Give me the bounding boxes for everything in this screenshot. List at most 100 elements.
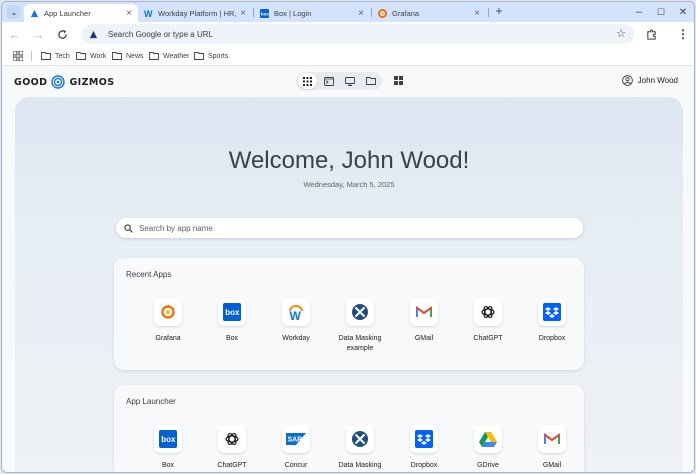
app-gmail[interactable]: GMail <box>392 298 456 354</box>
view-terminal-button[interactable] <box>319 73 338 89</box>
forward-button[interactable]: → <box>30 26 46 42</box>
app-label: Data Masking example <box>338 335 382 352</box>
folder-icon <box>112 52 122 60</box>
app-tile: box <box>218 298 246 326</box>
dropbox-icon <box>415 430 433 448</box>
tab-search-button[interactable]: ⌄ <box>7 5 21 19</box>
browser-menu-button[interactable]: ⋮ <box>675 26 691 42</box>
grafana-favicon <box>378 8 387 18</box>
bookmark-folder-tech[interactable]: Tech <box>41 50 70 62</box>
good-gizmos-favicon <box>30 9 39 18</box>
folder-icon <box>365 77 376 85</box>
gmail-icon <box>544 433 560 444</box>
close-tab-icon[interactable]: × <box>240 8 246 19</box>
new-tab-button[interactable]: + <box>492 4 506 18</box>
app-label: Box <box>225 335 239 342</box>
back-button[interactable]: ← <box>7 26 23 42</box>
app-search-box[interactable] <box>116 218 583 238</box>
data-masking-icon <box>352 304 368 320</box>
address-bar[interactable]: Search Google or type a URL ☆ <box>82 24 634 44</box>
star-bookmark-icon[interactable]: ☆ <box>616 27 626 40</box>
bookmark-folder-work[interactable]: Work <box>76 50 106 62</box>
app-workday[interactable]: W Workday <box>264 298 328 354</box>
terminal-icon <box>323 76 334 86</box>
app-label: Dropbox <box>410 462 438 469</box>
app-box[interactable]: box Box <box>136 425 200 471</box>
close-tab-icon[interactable]: × <box>474 8 480 19</box>
close-window-button[interactable]: ✕ <box>670 4 694 20</box>
app-box[interactable]: box Box <box>200 298 264 354</box>
launcher-panel: Welcome, John Wood! Wednesday, March 5, … <box>15 97 683 472</box>
data-masking-icon <box>352 431 368 447</box>
user-name: John Wood <box>637 76 678 85</box>
app-data-masking-example[interactable]: Data Masking example <box>328 298 392 354</box>
app-label: Dropbox <box>538 335 566 342</box>
browser-toolbar: ← → Search Google or type a URL ☆ ⋮ <box>2 22 694 46</box>
tab-grafana[interactable]: Grafana × <box>372 4 486 22</box>
browser-window: ⌄ App Launcher × W Workday Platform | HR… <box>1 1 695 473</box>
apps-grid-icon[interactable] <box>13 51 23 61</box>
app-grafana[interactable]: Grafana <box>136 298 200 354</box>
close-tab-icon[interactable]: × <box>358 8 364 19</box>
app-tile <box>538 425 566 453</box>
brand-text-left: GOOD <box>14 76 48 88</box>
tab-app-launcher[interactable]: App Launcher × <box>24 4 138 22</box>
app-tile <box>474 298 502 326</box>
app-search-input[interactable] <box>139 223 559 233</box>
app-tile <box>410 425 438 453</box>
user-profile[interactable]: John Wood <box>621 75 678 86</box>
close-tab-icon[interactable]: × <box>126 8 132 19</box>
app-label: GMail <box>414 335 434 342</box>
extensions-button[interactable] <box>643 26 659 42</box>
svg-text:W: W <box>290 309 302 321</box>
bookmark-label: Tech <box>55 52 70 60</box>
view-folder-button[interactable] <box>361 73 380 89</box>
svg-text:W: W <box>144 9 153 18</box>
tab-label: Workday Platform | HR, Fina <box>158 8 237 18</box>
tab-label: App Launcher <box>44 8 91 18</box>
app-gdrive[interactable]: GDrive <box>456 425 520 471</box>
dropbox-icon <box>543 303 561 321</box>
tab-workday[interactable]: W Workday Platform | HR, Fina × <box>138 4 252 22</box>
app-dropbox[interactable]: Dropbox <box>520 298 584 354</box>
tab-separator <box>488 8 489 17</box>
bookmark-folder-sports[interactable]: Sports <box>194 50 228 62</box>
bookmark-folder-weather[interactable]: Weather <box>149 50 189 62</box>
search-icon <box>124 223 133 233</box>
box-icon: box <box>223 303 241 321</box>
brand-logo[interactable]: GOOD GIZMOS <box>14 75 114 89</box>
tab-box[interactable]: box Box | Login × <box>254 4 370 22</box>
app-concur[interactable]: SAP Concur <box>264 425 328 471</box>
app-label: Concur <box>284 462 308 469</box>
welcome-heading: Welcome, John Wood! <box>228 147 470 174</box>
app-chatgpt[interactable]: ChatGPT <box>456 298 520 354</box>
bookmark-label: Weather <box>163 52 190 60</box>
bookmark-label: Work <box>90 52 107 60</box>
app-dropbox[interactable]: Dropbox <box>392 425 456 471</box>
reload-button[interactable] <box>54 26 70 42</box>
close-icon: ✕ <box>678 6 688 18</box>
chatgpt-icon <box>481 305 495 319</box>
app-chatgpt[interactable]: ChatGPT <box>200 425 264 471</box>
bookmark-label: Sports <box>208 52 229 60</box>
svg-text:box: box <box>161 435 176 444</box>
reload-icon <box>57 29 67 39</box>
bookmark-folder-news[interactable]: News <box>112 50 144 62</box>
app-launcher-card: App Launcher box Box ChatGPT SAP Concur … <box>114 385 584 472</box>
app-tile: W <box>282 298 310 326</box>
app-data-masking[interactable]: Data Masking <box>328 425 392 471</box>
windows-icon[interactable] <box>394 76 403 85</box>
view-desktop-button[interactable] <box>340 73 359 89</box>
app-tile <box>154 298 182 326</box>
app-label: Data Masking <box>338 462 382 469</box>
app-label: Grafana <box>155 335 181 342</box>
box-favicon: box <box>260 8 269 18</box>
folder-icon <box>194 52 204 60</box>
svg-text:box: box <box>261 11 269 16</box>
app-label: ChatGPT <box>217 462 247 469</box>
svg-text:box: box <box>225 308 240 317</box>
view-grid-button[interactable] <box>298 73 317 89</box>
app-gmail[interactable]: GMail <box>520 425 584 471</box>
app-launcher-title: App Launcher <box>126 397 176 406</box>
grafana-icon <box>161 304 175 319</box>
